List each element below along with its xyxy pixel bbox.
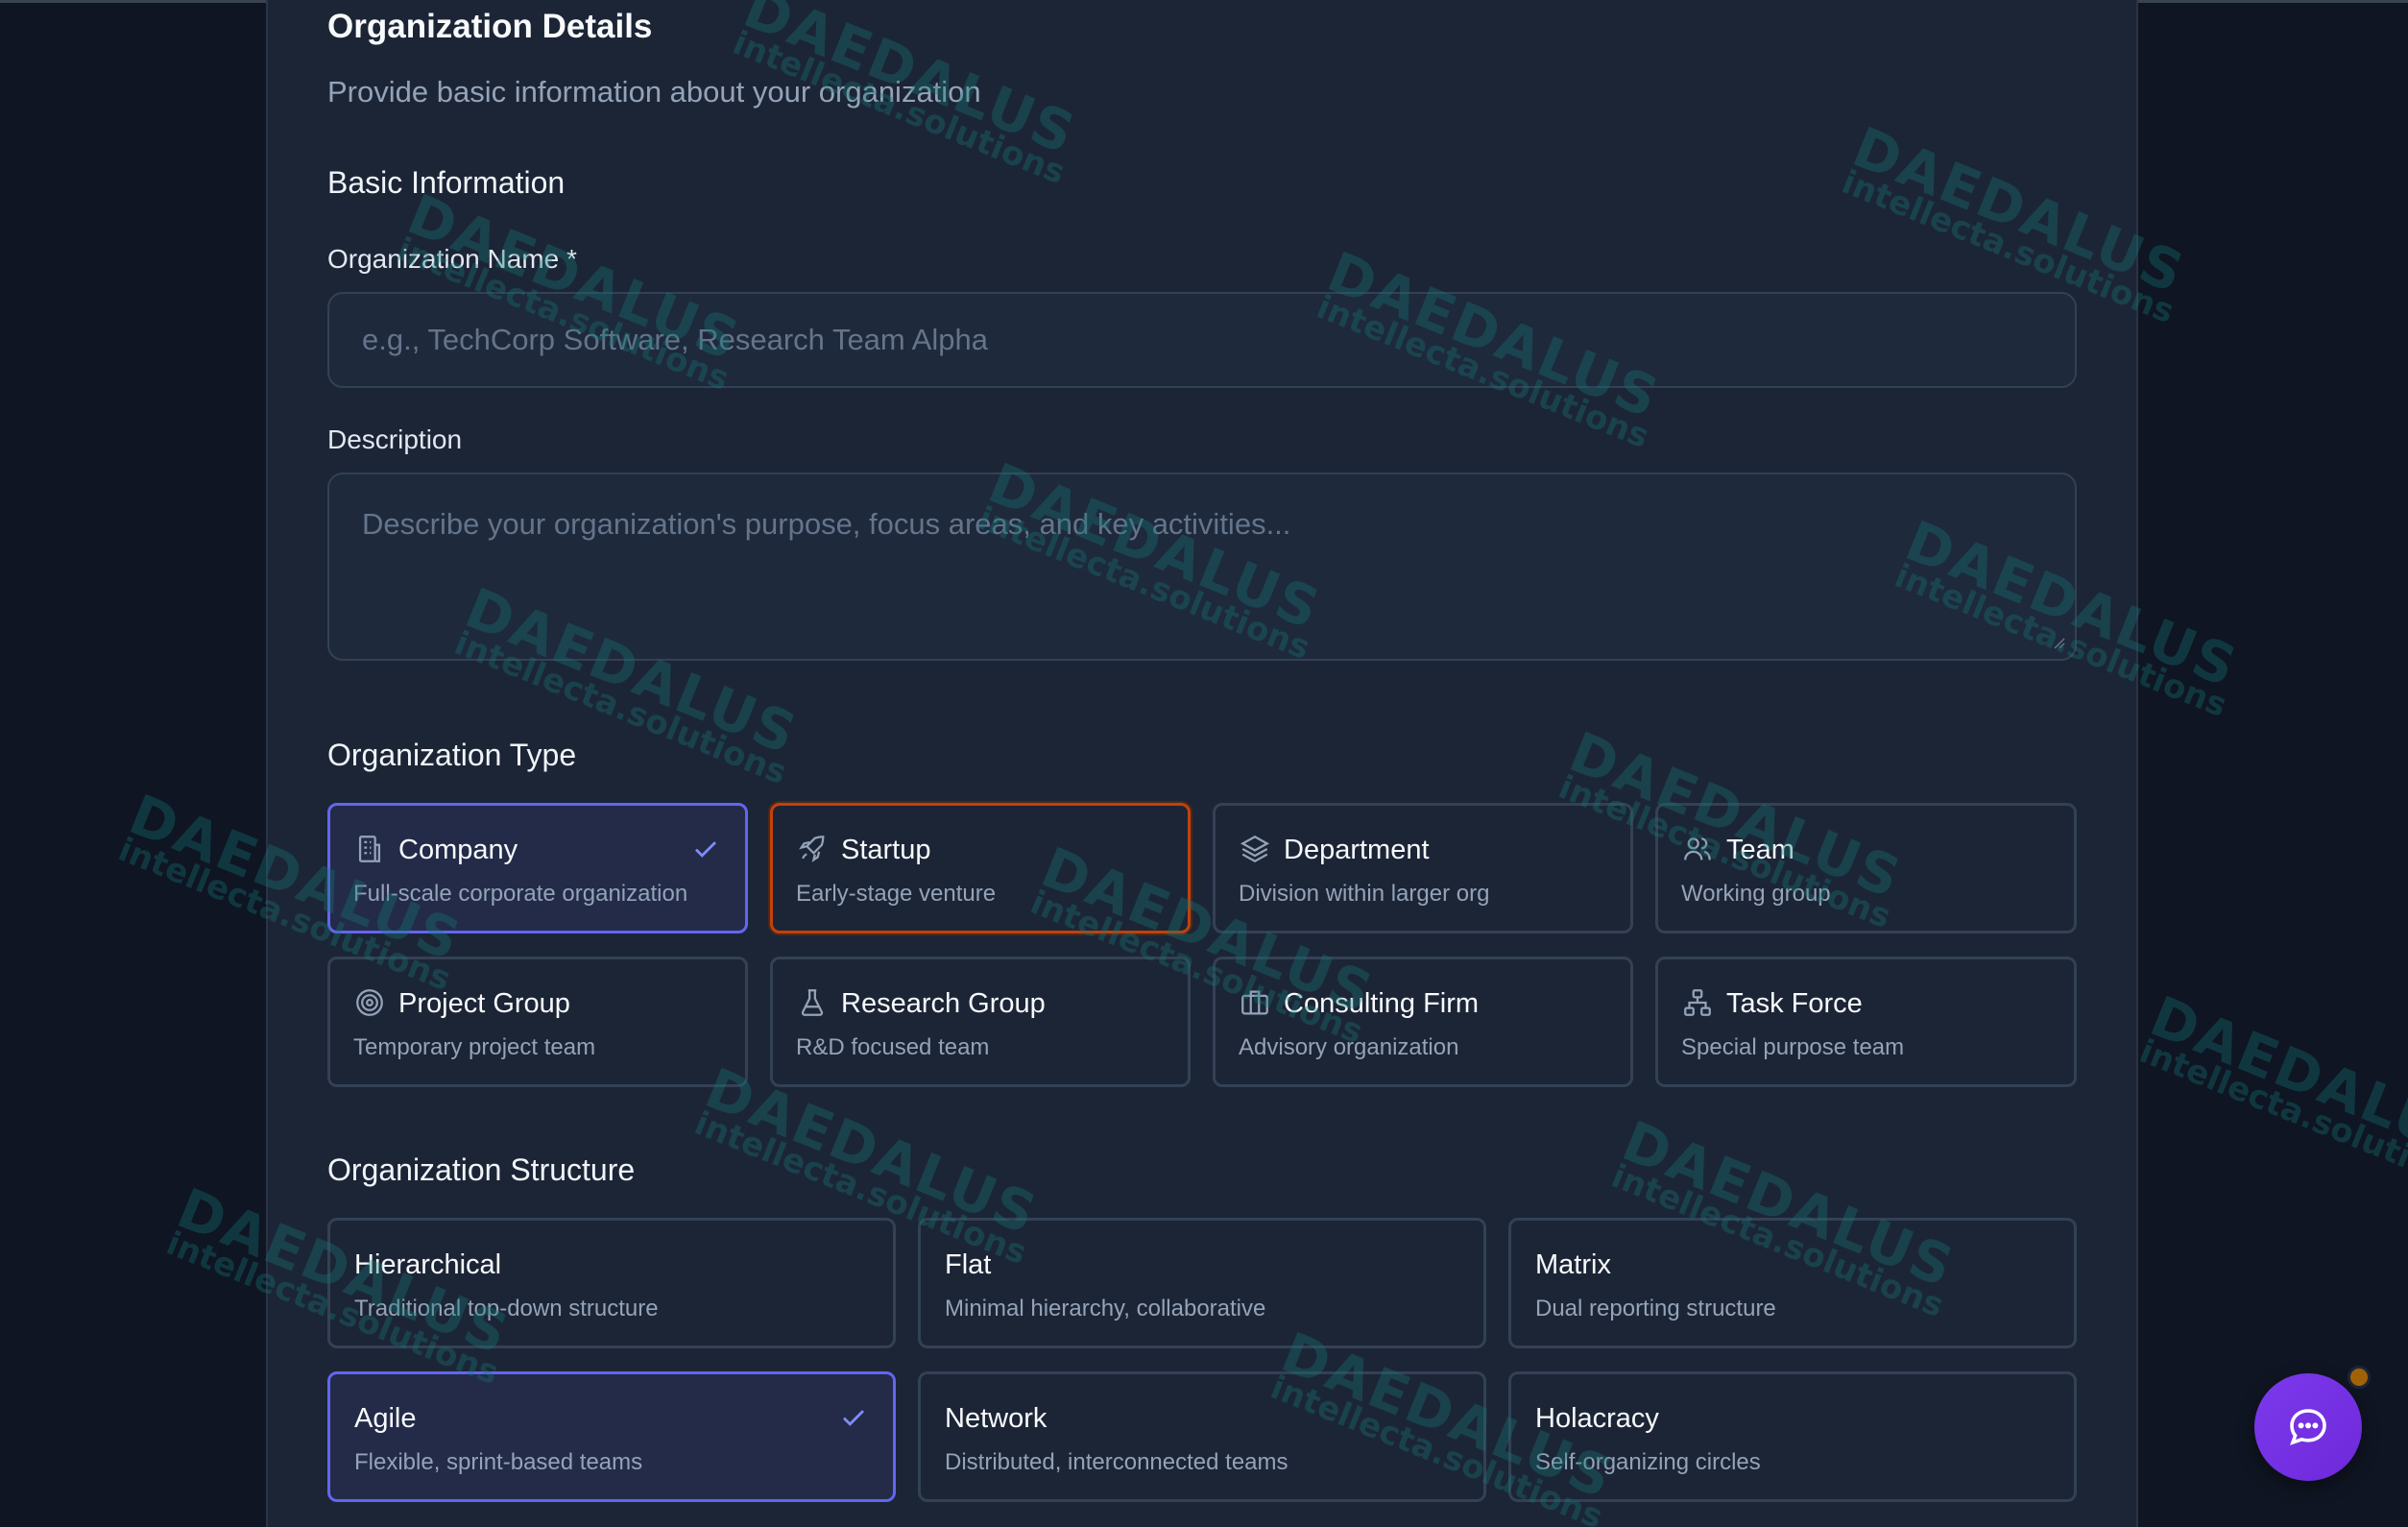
network-icon [1684,989,1711,1016]
org-type-task-force-title: Task Force [1726,988,1863,1019]
basic-info-heading: Basic Information [327,165,566,200]
org-structure-heading: Organization Structure [327,1152,636,1187]
structure-holacracy-desc: Self-organizing circles [1535,1449,1761,1475]
org-type-research-group[interactable]: Research Group R&D focused team [770,957,1191,1087]
org-type-heading: Organization Type [327,738,577,772]
check-icon [843,1410,864,1426]
chat-bubble-icon [2290,1409,2326,1445]
org-type-company[interactable]: Company Full-scale corporate organizatio… [327,803,748,933]
org-type-startup-desc: Early-stage venture [796,881,997,907]
page-subtitle: Provide basic information about your org… [327,75,981,109]
structure-network-title: Network [945,1403,1047,1434]
page-title: Organization Details [327,8,653,45]
page: Organization Details Provide basic infor… [0,0,2408,1527]
resize-handle-icon[interactable] [2050,634,2065,649]
org-type-department-desc: Division within larger org [1239,881,1490,907]
structure-flat-title: Flat [945,1249,992,1280]
org-type-department[interactable]: Department Division within larger org [1213,803,1633,933]
notification-dot [2348,1366,2371,1389]
description-placeholder: Describe your organization's purpose, fo… [362,507,1291,541]
chat-button[interactable] [2254,1373,2362,1481]
building-icon [358,836,381,862]
structure-network-desc: Distributed, interconnected teams [945,1449,1288,1475]
org-type-project-group-title: Project Group [398,988,570,1019]
org-type-company-title: Company [398,835,518,865]
target-icon [356,989,383,1016]
structure-hierarchical-desc: Traditional top-down structure [354,1296,659,1321]
structure-flat-desc: Minimal hierarchy, collaborative [945,1296,1266,1321]
org-type-department-title: Department [1284,835,1430,865]
structure-matrix[interactable]: Matrix Dual reporting structure [1508,1218,2077,1348]
org-type-task-force-desc: Special purpose team [1681,1034,1905,1060]
org-type-team[interactable]: Team Working group [1655,803,2077,933]
structure-holacracy-title: Holacracy [1535,1403,1659,1434]
check-icon [695,841,716,858]
structure-hierarchical[interactable]: Hierarchical Traditional top-down struct… [327,1218,896,1348]
structure-flat[interactable]: Flat Minimal hierarchy, collaborative [918,1218,1486,1348]
structure-holacracy[interactable]: Holacracy Self-organizing circles [1508,1371,2077,1502]
structure-agile[interactable]: Agile Flexible, sprint-based teams [327,1371,896,1502]
org-type-consulting-firm[interactable]: Consulting Firm Advisory organization [1213,957,1633,1087]
description-label: Description [327,424,463,454]
watermark: DAEDALUS intellecta.solutions [2133,982,2408,1201]
org-type-task-force[interactable]: Task Force Special purpose team [1655,957,2077,1087]
org-type-consulting-firm-desc: Advisory organization [1239,1034,1459,1060]
structure-agile-title: Agile [354,1403,417,1434]
org-type-project-group[interactable]: Project Group Temporary project team [327,957,748,1087]
org-name-input[interactable]: e.g., TechCorp Software, Research Team A… [327,292,2077,388]
structure-matrix-desc: Dual reporting structure [1535,1296,1776,1321]
structure-hierarchical-title: Hierarchical [354,1249,502,1280]
org-name-label: Organization Name * [327,244,577,274]
structure-agile-desc: Flexible, sprint-based teams [354,1449,643,1475]
org-type-consulting-firm-title: Consulting Firm [1284,988,1480,1019]
users-icon [1684,837,1711,860]
org-type-startup-title: Startup [841,835,931,865]
org-type-research-group-title: Research Group [841,988,1046,1019]
org-type-startup[interactable]: Startup Early-stage venture [770,803,1191,933]
structure-network[interactable]: Network Distributed, interconnected team… [918,1371,1486,1502]
layers-icon [1240,835,1270,863]
org-type-research-group-desc: R&D focused team [796,1034,990,1060]
org-type-company-desc: Full-scale corporate organization [353,881,688,907]
structure-matrix-title: Matrix [1535,1249,1611,1280]
rocket-icon [799,836,825,862]
briefcase-icon [1241,990,1268,1015]
org-name-placeholder: e.g., TechCorp Software, Research Team A… [362,323,988,356]
description-textarea[interactable]: Describe your organization's purpose, fo… [327,473,2077,661]
org-type-team-title: Team [1726,835,1794,865]
org-type-project-group-desc: Temporary project team [353,1034,596,1060]
org-type-team-desc: Working group [1681,881,1831,907]
flask-icon [801,989,824,1016]
